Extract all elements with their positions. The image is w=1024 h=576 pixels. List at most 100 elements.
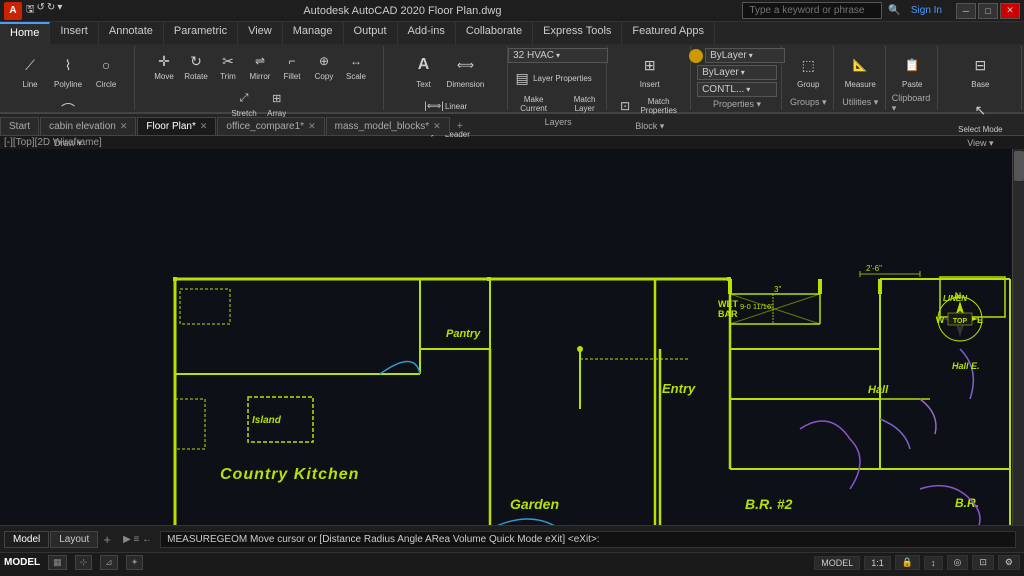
user-icon[interactable]: Sign In [907,5,946,16]
grid-button[interactable]: ▦ [48,555,67,570]
model-tab[interactable]: Model [4,531,49,548]
tool-polyline[interactable]: Polyline [50,48,86,91]
status-model-btn[interactable]: MODEL [814,556,860,570]
coord-btn[interactable]: ↕ [924,556,943,570]
linear-icon: |⟺| [423,95,445,117]
ribbon-tabs[interactable]: Home Insert Annotate Parametric View Man… [0,22,1024,44]
title-bar: A 🖫 ↺ ↻ ▾ Autodesk AutoCAD 2020 Floor Pl… [0,0,1024,22]
scale-btn[interactable]: 1:1 [864,556,891,570]
close-office-compare[interactable]: ✕ [308,121,316,132]
svg-text:9-0 11/16": 9-0 11/16" [740,302,774,311]
close-button[interactable]: ✕ [1000,3,1020,19]
vertical-scrollbar[interactable] [1012,149,1024,525]
polar-button[interactable]: ✦ [126,555,144,570]
tab-parametric[interactable]: Parametric [164,22,238,44]
tab-view[interactable]: View [238,22,283,44]
model-indicator: MODEL [4,557,40,568]
tab-manage[interactable]: Manage [283,22,344,44]
tool-line[interactable]: Line [12,48,48,91]
title-bar-right: 🔍 Sign In ─ □ ✕ [742,2,1024,19]
tool-group[interactable]: Group [790,48,826,91]
status-bar: MODEL ▦ ⊹ ⊿ ✦ MODEL 1:1 🔒 ↕ ◎ ⊡ ⚙ [0,552,1024,572]
tab-addins[interactable]: Add-ins [398,22,456,44]
tool-scale[interactable]: ↔ Scale [341,48,371,83]
tool-fillet[interactable]: ⌐ Fillet [277,48,307,83]
tab-start[interactable]: Start [0,117,39,135]
tab-featured[interactable]: Featured Apps [622,22,715,44]
isolate-btn[interactable]: ◎ [947,555,969,570]
tool-base[interactable]: Base [962,48,998,91]
tab-collaborate[interactable]: Collaborate [456,22,533,44]
quick-access-toolbar[interactable]: 🖫 ↺ ↻ ▾ [26,2,62,19]
svg-text:Hall E.: Hall E. [952,361,980,371]
tool-array[interactable]: ⊞ Array [262,85,292,120]
layer-dropdown[interactable]: 32 HVAC [508,48,608,63]
tab-output[interactable]: Output [344,22,398,44]
circle-icon [91,50,121,80]
close-mass-model[interactable]: ✕ [433,121,441,132]
minimize-button[interactable]: ─ [956,3,976,19]
tab-annotate[interactable]: Annotate [99,22,164,44]
tool-linear[interactable]: |⟺| Linear [420,93,473,119]
tool-match-props[interactable]: Match Properties [613,93,686,119]
tab-cabin-elevation[interactable]: cabin elevation ✕ [40,117,136,135]
color-dropdown[interactable]: ByLayer [705,48,785,63]
tab-express[interactable]: Express Tools [533,22,622,44]
status-right: MODEL 1:1 🔒 ↕ ◎ ⊡ ⚙ [814,555,1020,570]
maximize-button[interactable]: □ [978,3,998,19]
snap-button[interactable]: ⊹ [75,555,93,570]
signin-button[interactable]: 🔍 [884,5,904,16]
svg-text:Country Kitchen: Country Kitchen [220,466,359,483]
tab-mass-model[interactable]: mass_model_blocks* ✕ [326,117,450,135]
tool-rotate[interactable]: Rotate [181,48,211,83]
command-prompt: MEASUREGEOM Move cursor or [Distance Rad… [167,534,599,545]
tab-home[interactable]: Home [0,22,50,44]
stretch-icon: ⤢ [233,87,255,109]
search-input[interactable] [742,2,882,19]
tool-text[interactable]: Text [406,48,442,91]
group-layers: 32 HVAC Layer Properties Make Current Ma… [510,46,607,110]
floor-plan-canvas: LINEN N E W TOP Country Kitchen Garden B… [0,149,1024,525]
tool-layer-props[interactable]: Layer Properties [508,65,595,91]
tool-circle[interactable]: Circle [88,48,124,91]
close-cabin-elevation[interactable]: ✕ [120,121,128,132]
svg-text:E: E [977,315,983,325]
group-icon [793,50,823,80]
tool-copy[interactable]: ⊕ Copy [309,48,339,83]
lock-btn[interactable]: 🔒 [895,555,920,570]
select-icon [965,95,995,125]
status-left: MODEL ▦ ⊹ ⊿ ✦ [4,555,143,570]
tab-insert[interactable]: Insert [50,22,99,44]
command-line-area: ▶ ≡ ← MEASUREGEOM Move cursor or [Distan… [119,529,1024,550]
layout-tab[interactable]: Layout [50,531,98,548]
rotate-icon [185,50,207,72]
tool-trim[interactable]: Trim [213,48,243,83]
tool-mirror[interactable]: ⇌ Mirror [245,48,275,83]
command-input[interactable]: MEASUREGEOM Move cursor or [Distance Rad… [160,531,1016,548]
tool-move[interactable]: Move [149,48,179,83]
tool-stretch[interactable]: ⤢ Stretch [228,85,259,120]
linetype-dropdown[interactable]: ByLayer [697,65,777,80]
svg-text:Hall: Hall [868,384,889,396]
tool-insert[interactable]: Insert [632,48,668,91]
hardware-btn[interactable]: ⊡ [972,555,994,570]
svg-text:BAR: BAR [718,309,738,319]
group-view: Base Select Mode View ▾ [940,46,1022,110]
tool-make-current[interactable]: Make Current [508,93,559,115]
ortho-button[interactable]: ⊿ [100,555,118,570]
canvas-area[interactable]: LINEN N E W TOP Country Kitchen Garden B… [0,149,1024,525]
settings-btn[interactable]: ⚙ [998,555,1020,570]
copy-icon: ⊕ [313,50,335,72]
tool-measure[interactable]: Measure [842,48,879,91]
tab-floor-plan[interactable]: Floor Plan* ✕ [137,117,216,135]
add-tab-button[interactable]: + [451,117,469,135]
tab-office-compare[interactable]: office_compare1* ✕ [217,117,324,135]
lineweight-dropdown[interactable]: CONTL... [697,82,777,97]
group-utilities: Measure Utilities ▾ [836,46,886,110]
tool-dimension[interactable]: Dimension [444,48,488,91]
add-layout-button[interactable]: + [99,530,115,549]
tool-paste[interactable]: Paste [894,48,930,91]
tool-select-mode[interactable]: Select Mode [955,93,1005,136]
tool-match-layer[interactable]: Match Layer [561,93,608,115]
close-floor-plan[interactable]: ✕ [200,121,208,132]
